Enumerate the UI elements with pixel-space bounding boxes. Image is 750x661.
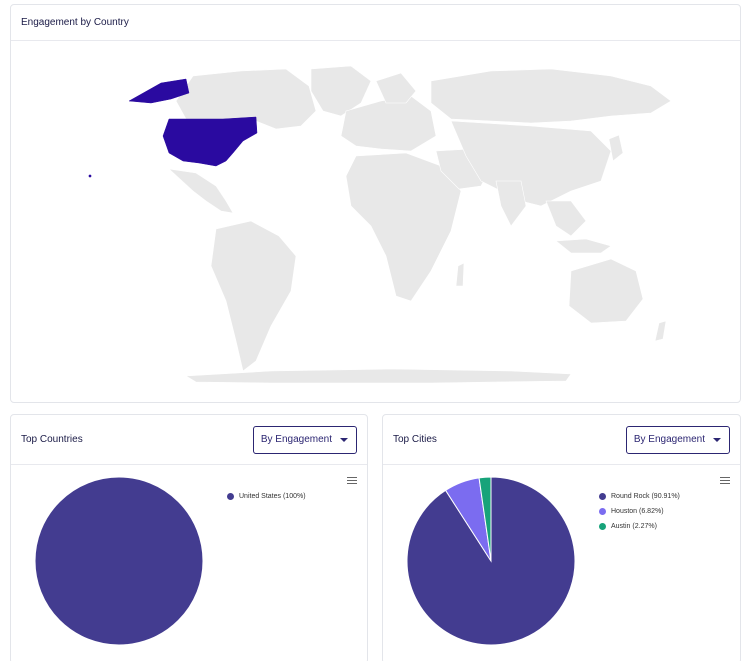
cities-sort-dropdown[interactable]: By Engagement — [625, 425, 730, 454]
legend-item[interactable]: Austin (2.27%) — [599, 519, 680, 534]
cities-legend: Round Rock (90.91%) Houston (6.82%) Aust… — [599, 489, 680, 534]
top-countries-card: Top Countries By Engagement United State… — [10, 414, 368, 661]
map-region-japan — [608, 134, 624, 162]
cities-card-title: Top Cities — [393, 434, 437, 445]
pie-slice-united-states[interactable] — [34, 476, 204, 646]
hamburger-menu-icon[interactable] — [720, 477, 730, 485]
map-region-india — [495, 180, 527, 227]
legend-item[interactable]: Round Rock (90.91%) — [599, 489, 680, 504]
countries-legend: United States (100%) — [227, 489, 306, 504]
legend-label: United States (100%) — [239, 493, 306, 500]
map-region-indonesia — [555, 238, 612, 254]
cities-card-header: Top Cities By Engagement — [383, 415, 740, 465]
countries-sort-dropdown[interactable]: By Engagement — [252, 425, 357, 454]
map-region-antarctica — [185, 368, 572, 384]
legend-label: Round Rock (90.91%) — [611, 493, 680, 500]
top-cities-card: Top Cities By Engagement Round Rock (90.… — [382, 414, 741, 661]
world-map — [11, 41, 740, 402]
countries-dropdown-label: By Engagement — [260, 434, 332, 445]
countries-card-header: Top Countries By Engagement — [11, 415, 367, 465]
chevron-down-icon — [340, 437, 348, 442]
legend-dot-icon — [599, 493, 606, 500]
map-card-title: Engagement by Country — [21, 17, 129, 28]
map-region-se-asia — [545, 200, 587, 237]
chevron-down-icon — [713, 437, 721, 442]
map-region-south-america — [210, 220, 297, 372]
map-region-madagascar — [455, 262, 465, 287]
legend-label: Houston (6.82%) — [611, 508, 664, 515]
map-region-asia — [450, 120, 612, 207]
map-region-hawaii — [88, 174, 92, 178]
countries-card-title: Top Countries — [21, 434, 83, 445]
engagement-map-card: Engagement by Country — [10, 4, 741, 403]
map-region-russia — [430, 68, 672, 124]
map-region-mexico — [168, 168, 234, 214]
map-region-new-zealand — [654, 320, 667, 342]
legend-item[interactable]: Houston (6.82%) — [599, 504, 680, 519]
map-region-africa — [345, 152, 462, 302]
map-region-scandinavia — [375, 72, 417, 104]
legend-item[interactable]: United States (100%) — [227, 489, 306, 504]
world-map-svg — [88, 65, 672, 384]
countries-pie-chart — [34, 476, 204, 646]
map-card-header: Engagement by Country — [11, 5, 740, 41]
legend-dot-icon — [227, 493, 234, 500]
legend-dot-icon — [599, 508, 606, 515]
cities-pie-chart — [406, 476, 576, 646]
legend-label: Austin (2.27%) — [611, 523, 657, 530]
legend-dot-icon — [599, 523, 606, 530]
map-region-australia — [568, 258, 644, 324]
hamburger-menu-icon[interactable] — [347, 477, 357, 485]
map-region-usa — [162, 116, 258, 167]
cities-dropdown-label: By Engagement — [633, 434, 705, 445]
